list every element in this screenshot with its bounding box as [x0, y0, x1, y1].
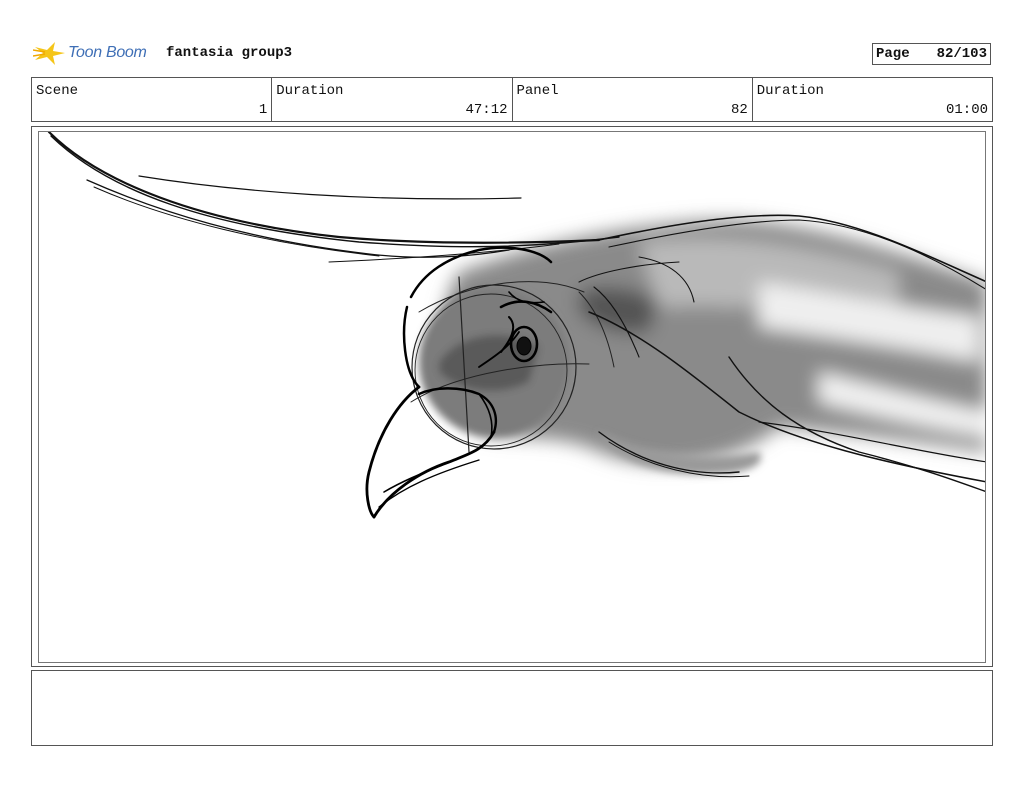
scene-duration-value: 47:12 [465, 102, 508, 118]
star-icon [33, 42, 65, 65]
page-indicator: Page 82/103 [872, 43, 991, 65]
logo-text: Toon Boom [68, 44, 147, 61]
bird-sketch [47, 132, 985, 519]
panel-duration-value: 01:00 [945, 102, 988, 118]
scene-label: Scene [36, 83, 79, 99]
panel-drawing-area [38, 131, 986, 663]
panel-duration-label: Duration [756, 83, 824, 99]
scene-duration-cell: Duration 47:12 [272, 78, 513, 121]
scene-duration-label: Duration [276, 83, 344, 99]
panel-cell: Panel 82 [513, 78, 753, 121]
project-title: fantasia group3 [166, 45, 293, 61]
page-number: 82/103 [936, 46, 987, 62]
panel-duration-cell: Duration 01:00 [753, 78, 992, 121]
panel-info-row: Scene 1 Duration 47:12 Panel 82 Duration… [31, 77, 993, 122]
panel-notes-box [31, 670, 993, 746]
scene-cell: Scene 1 [32, 78, 273, 121]
page-label: Page [876, 46, 910, 62]
panel-label: Panel [516, 83, 559, 99]
scene-value: 1 [258, 102, 268, 118]
panel-value: 82 [730, 102, 748, 118]
